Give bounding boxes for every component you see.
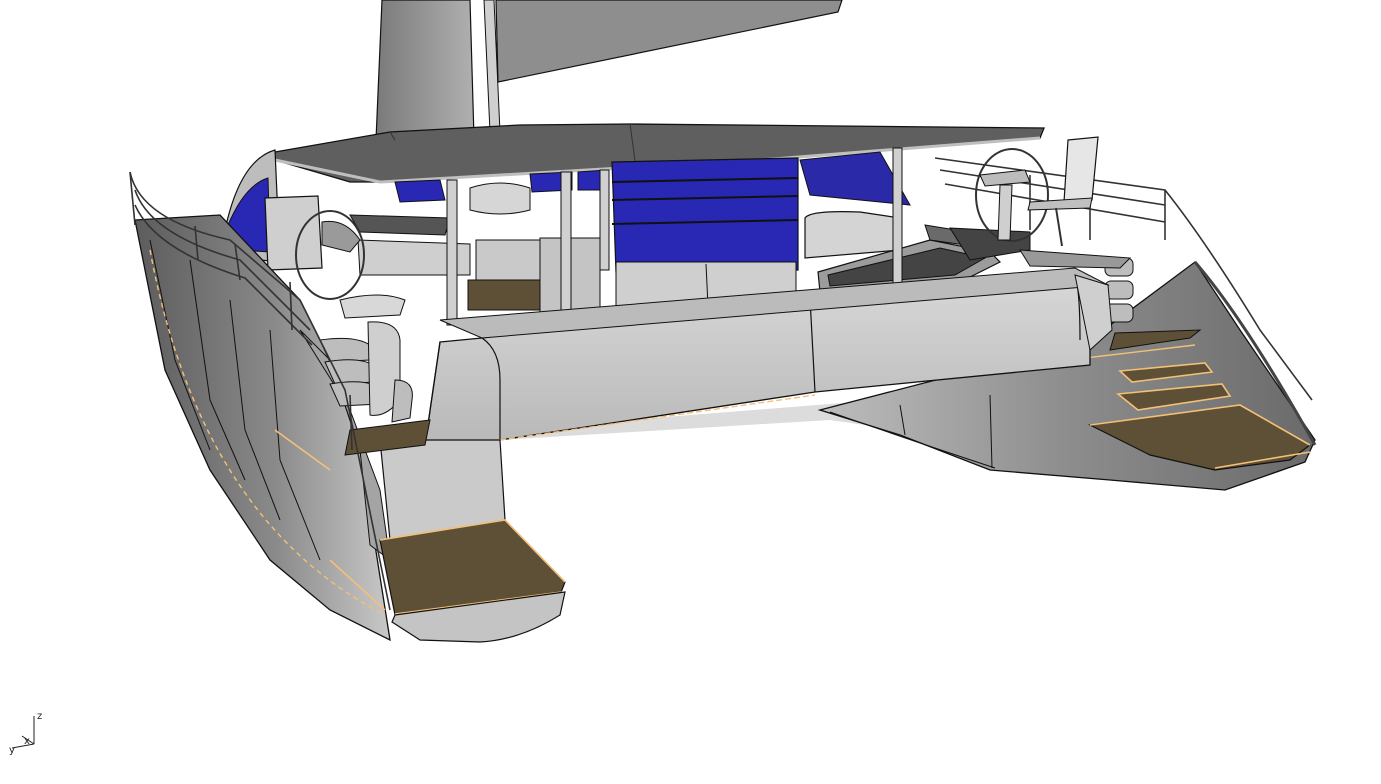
y-axis-line xyxy=(11,743,35,749)
axis-triad: z x y xyxy=(9,711,42,756)
viewport-perspective[interactable]: z x y xyxy=(0,0,1381,784)
x-axis-label: x xyxy=(24,736,30,747)
catamaran-model[interactable] xyxy=(0,0,1381,784)
y-axis-label: y xyxy=(9,745,15,756)
starboard-helm-station xyxy=(975,136,1099,247)
port-stern-platform xyxy=(379,519,566,643)
mast-and-sail xyxy=(375,0,843,141)
z-axis-label: z xyxy=(37,711,42,722)
